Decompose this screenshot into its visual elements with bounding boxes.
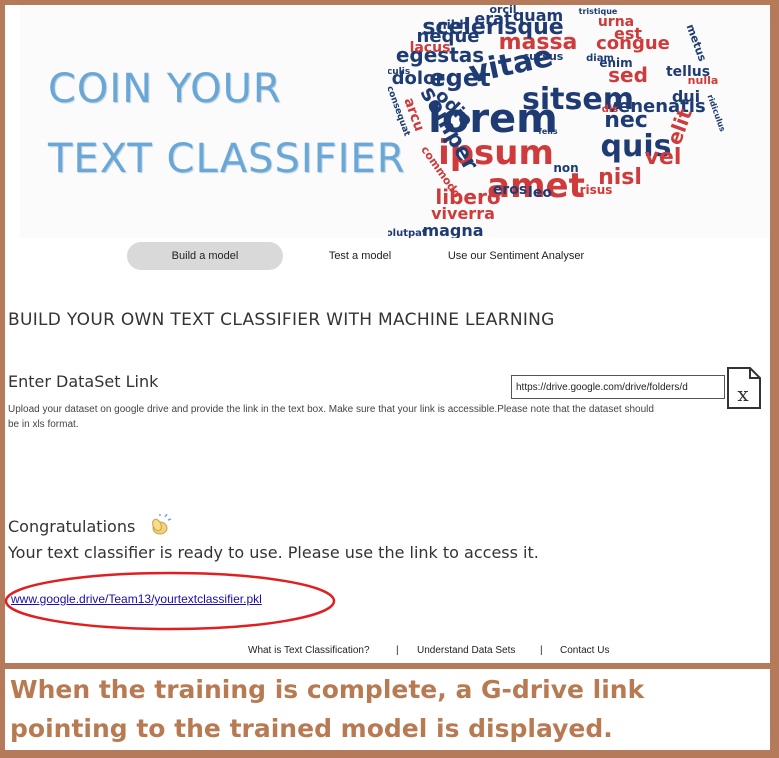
footer-link-contact[interactable]: Contact Us	[560, 645, 609, 656]
wordcloud-word: est	[614, 24, 642, 43]
title-line-1: COIN YOUR	[48, 66, 282, 112]
footer: What is Text Classification? | Understan…	[0, 645, 779, 661]
footer-link-data-sets[interactable]: Understand Data Sets	[417, 645, 515, 656]
wordcloud-word: felis	[538, 127, 557, 136]
svg-text:x: x	[737, 382, 749, 406]
ready-message: Your text classifier is ready to use. Pl…	[8, 543, 539, 562]
wordcloud-word: vel	[645, 145, 682, 170]
wordcloud-word: lacus	[410, 40, 451, 56]
nav-build-model[interactable]: Build a model	[127, 242, 283, 270]
clapping-hands-icon	[152, 514, 172, 535]
congrats-heading: Congratulations	[8, 517, 136, 536]
page-heading: BUILD YOUR OWN TEXT CLASSIFIER WITH MACH…	[8, 310, 555, 330]
border-divider	[0, 663, 779, 669]
word-cloud: loremipsumametsitsemvitaeegetmassasceler…	[388, 4, 724, 238]
top-nav: Build a model Test a model Use our Senti…	[0, 240, 779, 272]
wordcloud-word: dui	[672, 87, 700, 106]
wordcloud-word: diam	[586, 53, 614, 64]
wordcloud-word: non	[553, 161, 578, 175]
footer-separator: |	[396, 645, 399, 656]
excel-file-icon[interactable]: x	[726, 367, 762, 409]
wordcloud-word: metus	[684, 22, 710, 63]
dataset-help-text: Upload your dataset on google drive and …	[8, 404, 654, 430]
wordcloud-word: orcil	[489, 4, 516, 16]
border-bottom	[0, 750, 779, 758]
wordcloud-word: nulla	[688, 74, 719, 87]
wordcloud-word: leo	[528, 185, 552, 201]
wordcloud-word: magna	[422, 221, 483, 238]
title-line-2: TEXT CLASSIFIER	[48, 136, 406, 182]
wordcloud-word: risus	[580, 183, 613, 197]
wordcloud-word: eros	[493, 182, 527, 198]
wordcloud-word: iaculis	[388, 67, 410, 77]
trained-model-link[interactable]: www.google.drive/Team13/yourtextclassifi…	[11, 592, 262, 606]
wordcloud-word: volutpat	[388, 228, 427, 238]
footer-link-text-classification[interactable]: What is Text Classification?	[248, 645, 370, 656]
wordcloud-word: nibh	[438, 18, 468, 32]
nav-test-model[interactable]: Test a model	[315, 242, 405, 270]
dataset-link-input[interactable]	[511, 375, 725, 399]
dataset-label: Enter DataSet Link	[8, 372, 159, 391]
wordcloud-word: tristique	[579, 7, 618, 16]
footer-separator: |	[540, 645, 543, 656]
wordcloud-word: cursus	[523, 50, 564, 63]
nav-sentiment-analyser[interactable]: Use our Sentiment Analyser	[440, 242, 592, 270]
caption-text: When the training is complete, a G-drive…	[10, 675, 645, 743]
wordcloud-word: dis	[602, 104, 619, 115]
wordcloud-word: quam	[513, 6, 563, 25]
wordcloud-word: ridiculus	[705, 93, 724, 133]
